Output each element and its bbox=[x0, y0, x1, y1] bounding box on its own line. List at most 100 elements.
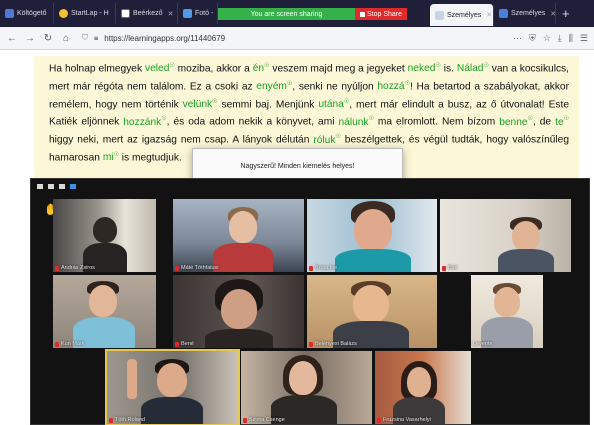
highlighted-answer[interactable]: benne bbox=[499, 117, 533, 128]
lock-icon: 🔒︎ bbox=[94, 33, 99, 42]
highlighted-answer[interactable]: te bbox=[555, 117, 569, 128]
back-icon[interactable]: ← bbox=[6, 32, 18, 44]
screen-share-message: You are screen sharing bbox=[218, 8, 355, 20]
mic-muted-icon bbox=[175, 265, 179, 271]
downloads-icon[interactable]: ⤓ bbox=[558, 33, 562, 44]
mic-muted-icon bbox=[377, 417, 381, 423]
participant-tile[interactable]: Szima Csenge bbox=[241, 351, 372, 424]
tab-startlap[interactable]: StartLap - H ✕ bbox=[54, 3, 116, 24]
tab-label: Beérkező bbox=[133, 10, 163, 17]
participant-head bbox=[289, 361, 317, 395]
participant-name: Bené bbox=[175, 341, 194, 347]
share-message-text: You are screen sharing bbox=[250, 10, 323, 18]
participant-name: András Zsiros bbox=[55, 265, 95, 271]
participant-head bbox=[229, 211, 257, 243]
participant-name: Fruzsina Vasarhelyi bbox=[377, 417, 431, 423]
highlighted-answer[interactable]: utána bbox=[318, 99, 349, 110]
tab-gmail[interactable]: Beérkező ✕ bbox=[116, 3, 178, 24]
stop-icon bbox=[359, 11, 365, 17]
reload-icon[interactable]: ↻ bbox=[42, 32, 54, 44]
mic-muted-icon bbox=[55, 341, 59, 347]
page-actions-icon[interactable]: ⋯ bbox=[513, 33, 522, 44]
exercise-text-fragment: moziba, akkor a bbox=[174, 63, 253, 75]
tab-label: StartLap - H bbox=[71, 10, 109, 17]
highlighted-answer[interactable]: mi bbox=[103, 152, 119, 163]
exercise-text-fragment: , senki ne nyúljon bbox=[292, 81, 378, 93]
mic-muted-icon bbox=[55, 265, 59, 271]
close-icon[interactable]: ✕ bbox=[168, 10, 174, 18]
participant-body bbox=[498, 249, 554, 272]
highlighted-answer[interactable]: Nálad bbox=[457, 63, 489, 74]
raised-arm bbox=[127, 359, 137, 399]
participant-name: Bali bbox=[442, 265, 457, 271]
tab-szemelyes-active[interactable]: Személyes ✕ bbox=[430, 4, 494, 26]
shield-icon: ⛉ bbox=[82, 33, 88, 42]
participant-tile[interactable]: Kun Márk bbox=[53, 275, 156, 348]
address-bar[interactable]: ⛉ 🔒︎ https://learningapps.org/11440679 bbox=[78, 33, 507, 43]
mic-muted-icon bbox=[442, 265, 446, 271]
participant-name: Levente bbox=[473, 341, 493, 347]
participant-name: Belényesi Balázs bbox=[309, 341, 357, 347]
exercise-text-fragment: higgy neki, mert az igazság nem csap. A … bbox=[49, 134, 314, 146]
strip-view-icon[interactable] bbox=[48, 183, 54, 189]
screen: Költögető StartLap - H ✕ Beérkező ✕ Fotó… bbox=[0, 0, 594, 425]
participant-name: Kun Márk bbox=[55, 341, 85, 347]
toolbar-icons: ⋯ ⛨ ☆ ⤓ ⫼ ☰ bbox=[513, 33, 588, 44]
participant-body bbox=[213, 243, 273, 272]
stop-share-button[interactable]: Stop Share bbox=[355, 8, 407, 20]
browser-nav-bar: ← → ↻ ⌂ ⛉ 🔒︎ https://learningapps.org/11… bbox=[0, 27, 594, 50]
participant-tile[interactable]: Bali bbox=[440, 199, 571, 272]
new-tab-button[interactable]: + bbox=[556, 3, 576, 24]
tab-label: Költögető bbox=[17, 10, 47, 17]
participant-tile[interactable]: Máté Tóthfalusi bbox=[173, 199, 304, 272]
page-left-margin bbox=[0, 50, 34, 180]
participant-tile[interactable]: András Zsiros bbox=[53, 199, 156, 272]
highlighted-answer[interactable]: veled bbox=[145, 63, 175, 74]
minimize-icon[interactable] bbox=[37, 183, 43, 189]
learningapps-favicon-icon bbox=[435, 10, 444, 20]
highlighted-answer[interactable]: hozzánk bbox=[123, 117, 166, 128]
library-icon[interactable]: ⫼ bbox=[569, 33, 573, 44]
gmail-icon bbox=[121, 9, 130, 18]
dialog-message: Nagyszerű! Minden kiemelés helyes! bbox=[240, 163, 355, 170]
video-meeting-window: ✋ András Zsiros Máté Tóthfalusi Bruta In… bbox=[30, 178, 590, 425]
exercise-text-fragment: , de bbox=[532, 116, 556, 128]
participant-head bbox=[354, 209, 392, 251]
gallery-view-icon[interactable] bbox=[70, 183, 76, 189]
participant-tile[interactable]: Fruzsina Vasarhelyi bbox=[375, 351, 471, 424]
exercise-text-fragment: , és oda adom nekik a könyvet, ami bbox=[166, 116, 339, 128]
bookmark-star-icon[interactable]: ☆ bbox=[543, 33, 551, 44]
participant-head bbox=[407, 367, 431, 397]
pocket-icon[interactable]: ⛨ bbox=[529, 33, 536, 44]
exercise-text-fragment: is megtudjuk. bbox=[118, 152, 182, 164]
home-icon[interactable]: ⌂ bbox=[60, 32, 72, 44]
participant-name: Máté Tóthfalusi bbox=[175, 265, 219, 271]
photos-icon bbox=[183, 9, 192, 18]
menu-icon[interactable]: ☰ bbox=[580, 33, 588, 44]
tab-label: Személyes bbox=[447, 11, 482, 19]
highlighted-answer[interactable]: nálunk bbox=[338, 117, 373, 128]
participant-tile-active-speaker[interactable]: Tóth Roland bbox=[105, 349, 240, 425]
tab-foto[interactable]: Fotó - bbox=[178, 3, 218, 24]
mic-muted-icon bbox=[309, 265, 313, 271]
participant-tile[interactable]: Levente bbox=[471, 275, 543, 348]
mic-muted-icon bbox=[109, 417, 113, 423]
close-icon[interactable]: ✕ bbox=[486, 11, 492, 19]
highlighted-answer[interactable]: velünk bbox=[183, 99, 218, 110]
highlighted-answer[interactable]: enyém bbox=[256, 81, 292, 92]
participant-head bbox=[353, 285, 389, 323]
participant-tile[interactable]: Bruta Ine bbox=[307, 199, 437, 272]
tab-koltogeto[interactable]: Költögető bbox=[0, 3, 54, 24]
participant-tile[interactable]: Belényesi Balázs bbox=[307, 275, 437, 348]
participant-tile[interactable]: Bené bbox=[173, 275, 304, 348]
speaker-view-icon[interactable] bbox=[59, 183, 65, 189]
highlighted-answer[interactable]: hozzá bbox=[377, 81, 410, 92]
tab-szemelyes[interactable]: Személyes ✕ bbox=[494, 3, 556, 24]
tab-favicon-icon bbox=[5, 9, 14, 18]
forward-icon[interactable]: → bbox=[24, 32, 36, 44]
learningapps-favicon-icon bbox=[499, 9, 508, 18]
highlighted-answer[interactable]: róluk bbox=[313, 135, 340, 146]
highlighted-answer[interactable]: neked bbox=[408, 63, 441, 74]
startlap-favicon-icon bbox=[59, 9, 68, 18]
highlighted-answer[interactable]: én bbox=[253, 63, 270, 74]
